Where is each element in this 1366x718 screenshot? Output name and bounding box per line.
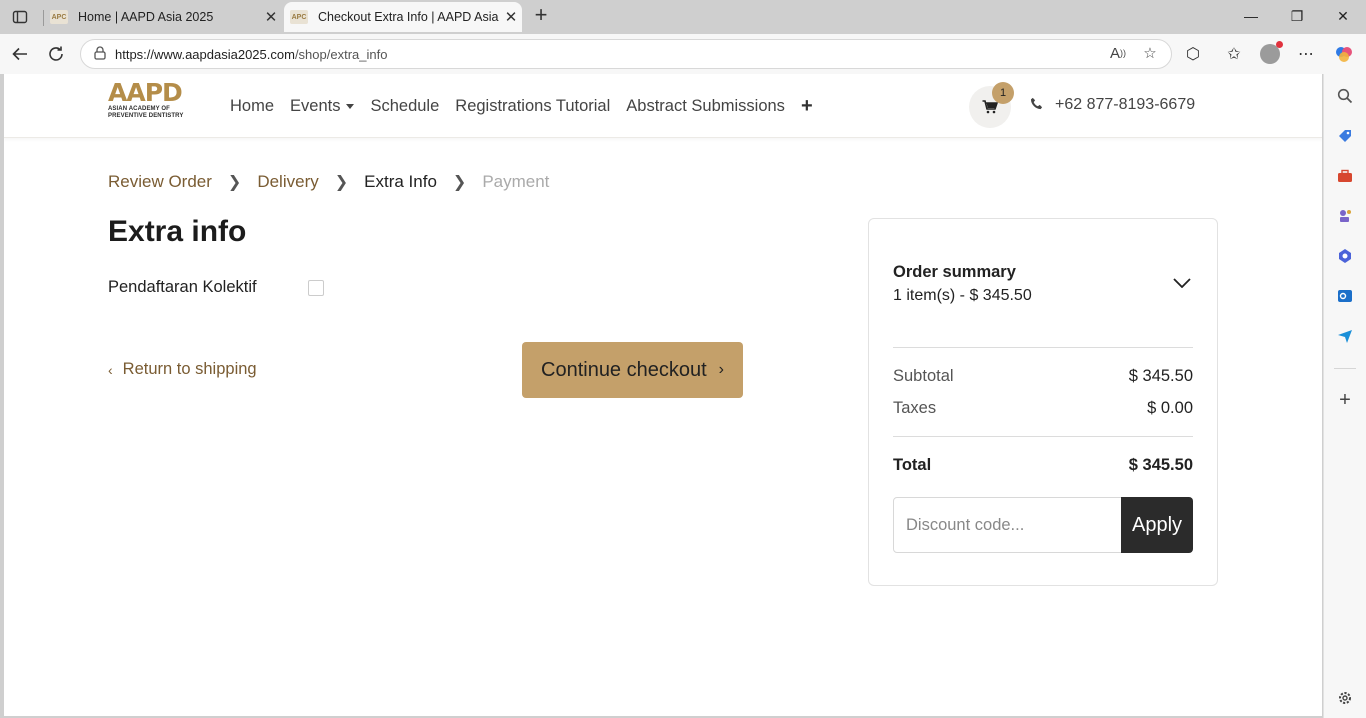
phone-icon bbox=[1030, 97, 1043, 113]
reload-icon[interactable] bbox=[42, 40, 70, 68]
url-path: /shop/extra_info bbox=[294, 46, 388, 62]
url-host: https://www.aapdasia2025.com bbox=[115, 46, 295, 62]
back-icon[interactable] bbox=[6, 40, 34, 68]
browser-tab-bar: APC Home | AAPD Asia 2025 ✕ APC Checkout… bbox=[0, 0, 1366, 34]
continue-label: Continue checkout bbox=[541, 358, 707, 381]
extensions-icon[interactable]: ⬡ bbox=[1179, 40, 1207, 68]
apply-discount-button[interactable]: Apply bbox=[1121, 497, 1193, 553]
crumb-payment: Payment bbox=[482, 172, 550, 191]
order-summary-items: 1 item(s) - $ 345.50 bbox=[893, 287, 1032, 304]
subtotal-label: Subtotal bbox=[893, 367, 954, 385]
nav-events-label: Events bbox=[290, 97, 341, 115]
site-favicon-icon: APC bbox=[290, 10, 308, 24]
tab-actions-icon[interactable] bbox=[8, 6, 32, 28]
total-row: Total $ 345.50 bbox=[893, 456, 1193, 475]
shopping-tag-icon[interactable] bbox=[1335, 126, 1355, 146]
return-to-shipping-link[interactable]: ‹ Return to shipping bbox=[108, 360, 257, 379]
tab-title: Checkout Extra Info | AAPD Asia 2 bbox=[318, 10, 500, 24]
browser-toolbar: https://www.aapdasia2025.com/shop/extra_… bbox=[0, 34, 1366, 74]
site-header: AAPD ASIAN ACADEMY OF PREVENTIVE DENTIST… bbox=[4, 74, 1322, 138]
copilot-icon[interactable] bbox=[1330, 40, 1358, 68]
nav-events[interactable]: Events bbox=[290, 97, 355, 116]
chevron-left-icon: ‹ bbox=[108, 361, 113, 378]
cart-icon bbox=[982, 100, 998, 114]
return-label: Return to shipping bbox=[122, 360, 257, 378]
url-text: https://www.aapdasia2025.com/shop/extra_… bbox=[115, 47, 387, 62]
profile-icon[interactable] bbox=[1256, 40, 1284, 68]
chevron-right-icon: ❯ bbox=[227, 174, 242, 191]
tab-home[interactable]: APC Home | AAPD Asia 2025 ✕ bbox=[43, 2, 282, 32]
add-panel-icon[interactable]: + bbox=[1335, 389, 1355, 411]
order-summary-card: Order summary 1 item(s) - $ 345.50 Subto… bbox=[868, 218, 1218, 586]
total-label: Total bbox=[893, 456, 932, 474]
logo-wordmark: AAPD bbox=[108, 78, 183, 107]
tab-title: Home | AAPD Asia 2025 bbox=[78, 10, 214, 24]
order-summary-title: Order summary bbox=[893, 263, 1016, 281]
page-title: Extra info bbox=[108, 215, 247, 248]
tab-checkout[interactable]: APC Checkout Extra Info | AAPD Asia 2 ✕ bbox=[284, 2, 522, 32]
send-icon[interactable] bbox=[1335, 326, 1355, 346]
copilot-app-icon[interactable] bbox=[1335, 246, 1355, 266]
main-nav: Home Events Schedule Registrations Tutor… bbox=[230, 95, 813, 118]
summary-divider bbox=[893, 347, 1193, 348]
search-icon[interactable] bbox=[1335, 86, 1355, 106]
crumb-extra-info: Extra Info bbox=[364, 172, 437, 191]
favorites-icon[interactable]: ✩ bbox=[1220, 40, 1248, 68]
minimize-icon[interactable]: — bbox=[1228, 0, 1274, 32]
site-logo[interactable]: AAPD ASIAN ACADEMY OF PREVENTIVE DENTIST… bbox=[108, 80, 198, 126]
taxes-row: Taxes $ 0.00 bbox=[893, 399, 1193, 418]
chevron-right-icon: ❯ bbox=[452, 174, 467, 191]
lock-icon[interactable] bbox=[85, 45, 115, 63]
pendaftaran-kolektif-label: Pendaftaran Kolektif bbox=[108, 278, 257, 296]
close-tab-icon[interactable]: ✕ bbox=[260, 8, 282, 26]
continue-checkout-button[interactable]: Continue checkout › bbox=[522, 342, 743, 398]
chevron-right-icon: ❯ bbox=[334, 174, 349, 191]
dropdown-caret-icon bbox=[346, 104, 355, 110]
panel-divider bbox=[1334, 368, 1356, 369]
new-tab-icon[interactable]: + bbox=[530, 4, 552, 28]
close-tab-icon[interactable]: ✕ bbox=[500, 8, 522, 26]
favorite-star-icon[interactable]: ☆ bbox=[1138, 41, 1162, 65]
checkout-breadcrumb: Review Order ❯ Delivery ❯ Extra Info ❯ P… bbox=[108, 172, 549, 192]
more-menu-icon[interactable]: ⋯ bbox=[1292, 40, 1320, 68]
nav-schedule[interactable]: Schedule bbox=[370, 97, 439, 116]
outlook-icon[interactable] bbox=[1335, 286, 1355, 306]
games-icon[interactable] bbox=[1335, 206, 1355, 226]
summary-divider bbox=[893, 436, 1193, 437]
nav-abstract-submissions[interactable]: Abstract Submissions bbox=[626, 97, 785, 116]
close-window-icon[interactable]: ✕ bbox=[1320, 0, 1366, 32]
logo-tagline-1: ASIAN ACADEMY OF bbox=[108, 106, 170, 112]
browser-side-panel: + bbox=[1323, 74, 1366, 718]
settings-gear-icon[interactable] bbox=[1335, 688, 1355, 708]
phone-number: +62 877-8193-6679 bbox=[1055, 96, 1196, 113]
chevron-right-icon: › bbox=[718, 361, 724, 378]
phone-contact[interactable]: +62 877-8193-6679 bbox=[1030, 96, 1195, 114]
subtotal-row: Subtotal $ 345.50 bbox=[893, 367, 1193, 386]
crumb-review-order[interactable]: Review Order bbox=[108, 172, 212, 192]
subtotal-value: $ 345.50 bbox=[1128, 367, 1193, 385]
address-bar[interactable]: https://www.aapdasia2025.com/shop/extra_… bbox=[80, 39, 1172, 69]
discount-code-input[interactable]: Discount code... bbox=[893, 497, 1122, 553]
nav-more-plus-icon[interactable]: + bbox=[801, 95, 813, 118]
toolbox-icon[interactable] bbox=[1335, 166, 1355, 186]
read-aloud-icon[interactable]: A)) bbox=[1106, 41, 1130, 65]
web-page: AAPD ASIAN ACADEMY OF PREVENTIVE DENTIST… bbox=[4, 74, 1322, 716]
taxes-label: Taxes bbox=[893, 399, 937, 417]
chevron-down-icon[interactable] bbox=[1173, 275, 1191, 293]
total-value: $ 345.50 bbox=[1128, 456, 1193, 474]
nav-home[interactable]: Home bbox=[230, 97, 274, 116]
logo-tagline-2: PREVENTIVE DENTISTRY bbox=[108, 113, 184, 119]
restore-icon[interactable]: ❐ bbox=[1274, 0, 1320, 32]
crumb-delivery[interactable]: Delivery bbox=[257, 172, 318, 192]
taxes-value: $ 0.00 bbox=[1147, 399, 1193, 417]
pendaftaran-kolektif-checkbox[interactable] bbox=[308, 280, 324, 296]
cart-count-badge: 1 bbox=[992, 82, 1014, 104]
nav-registrations-tutorial[interactable]: Registrations Tutorial bbox=[455, 97, 610, 116]
site-favicon-icon: APC bbox=[50, 10, 68, 24]
